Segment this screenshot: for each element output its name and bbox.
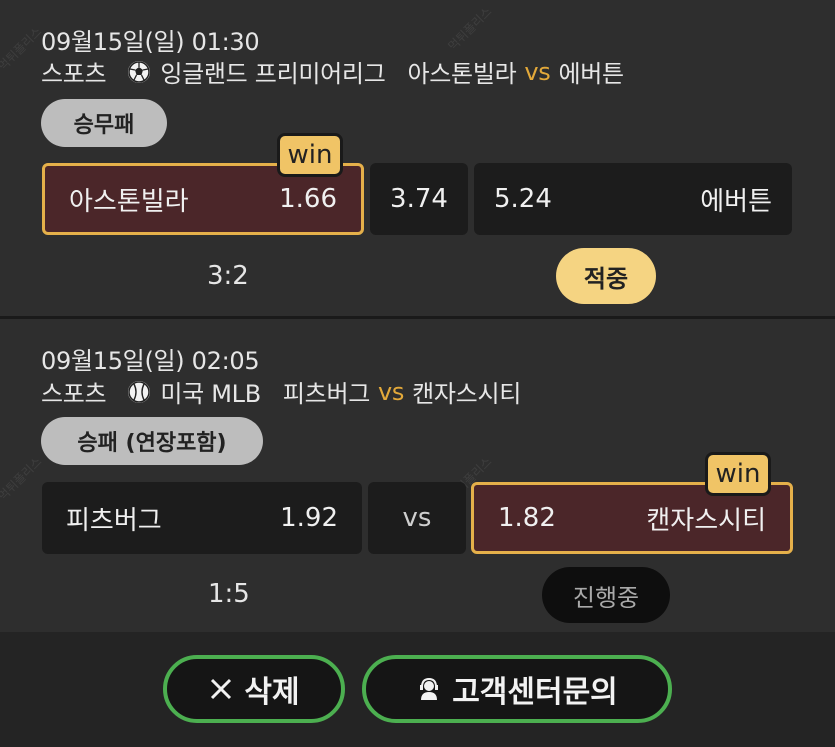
close-icon bbox=[208, 676, 234, 702]
delete-button-label: 삭제 bbox=[244, 675, 300, 710]
market-type-badge: 승패 (연장포함) bbox=[41, 417, 263, 465]
match-info: 스포츠 미국 MLB 피츠버그 vs 캔자스시티 bbox=[41, 374, 521, 409]
home-team-label: 피츠버그 bbox=[66, 505, 162, 536]
customer-support-button[interactable]: 고객센터문의 bbox=[362, 655, 672, 723]
away-odds-button[interactable]: 5.24 에버튼 bbox=[474, 163, 792, 235]
customer-support-button-label: 고객센터문의 bbox=[452, 675, 618, 710]
home-odds-value: 1.92 bbox=[280, 503, 338, 533]
vs-label: vs bbox=[524, 57, 551, 86]
match-score: 1:5 bbox=[208, 579, 250, 609]
away-team-label: 에버튼 bbox=[700, 186, 772, 217]
market-type-badge: 승무패 bbox=[41, 99, 167, 147]
bet-card-2: 09월15일(일) 02:05 스포츠 미국 MLB 피츠버그 vs 캔자스시티… bbox=[0, 320, 835, 632]
home-odds-button[interactable]: 피츠버그 1.92 bbox=[42, 482, 362, 554]
sport-label: 스포츠 bbox=[41, 60, 107, 88]
baseball-icon bbox=[128, 380, 151, 403]
away-team-label: 캔자스시티 bbox=[646, 505, 766, 536]
win-badge: win bbox=[705, 452, 771, 496]
match-info: 스포츠 잉글랜드 프리미어리그 아스톤빌라 vs 에버튼 bbox=[41, 54, 624, 89]
league-name: 잉글랜드 프리미어리그 bbox=[160, 60, 386, 88]
section-divider bbox=[0, 316, 835, 319]
vs-label: vs bbox=[378, 377, 405, 406]
away-odds-value: 5.24 bbox=[494, 184, 552, 214]
headset-agent-icon bbox=[416, 676, 442, 702]
match-datetime: 09월15일(일) 02:05 bbox=[41, 347, 260, 375]
home-team-label: 아스톤빌라 bbox=[69, 186, 189, 217]
draw-odds-value: 3.74 bbox=[390, 184, 448, 214]
sport-label: 스포츠 bbox=[41, 380, 107, 408]
league-name: 미국 MLB bbox=[160, 380, 261, 408]
status-badge: 적중 bbox=[556, 248, 656, 304]
center-vs-button: vs bbox=[368, 482, 466, 554]
away-team-name: 캔자스시티 bbox=[412, 380, 522, 408]
home-odds-value: 1.66 bbox=[279, 184, 337, 214]
home-team-name: 피츠버그 bbox=[282, 380, 371, 408]
away-odds-value: 1.82 bbox=[498, 503, 556, 533]
away-team-name: 에버튼 bbox=[558, 60, 625, 88]
home-team-name: 아스톤빌라 bbox=[407, 60, 517, 88]
win-badge: win bbox=[277, 133, 343, 177]
center-vs-label: vs bbox=[402, 503, 432, 533]
status-badge: 진행중 bbox=[542, 567, 670, 623]
footer-bar: 삭제 고객센터문의 bbox=[0, 632, 835, 747]
delete-button[interactable]: 삭제 bbox=[163, 655, 345, 723]
draw-odds-button[interactable]: 3.74 bbox=[370, 163, 468, 235]
match-datetime: 09월15일(일) 01:30 bbox=[41, 28, 260, 56]
soccer-ball-icon bbox=[128, 60, 151, 83]
match-score: 3:2 bbox=[207, 261, 249, 291]
bet-card-1: 09월15일(일) 01:30 스포츠 잉글랜드 프리미어리그 아스톤빌라 vs… bbox=[0, 0, 835, 318]
